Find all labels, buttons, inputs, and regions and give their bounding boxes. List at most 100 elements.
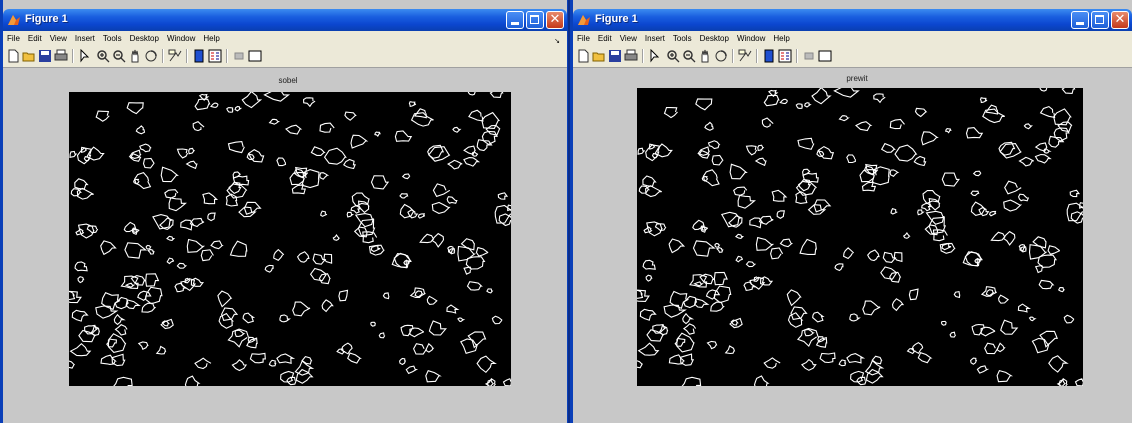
hide-plot-tools-icon[interactable]	[802, 49, 816, 63]
edge-contour	[160, 318, 174, 330]
edge-contour	[682, 312, 695, 325]
edge-contour	[242, 312, 256, 324]
pan-icon[interactable]	[698, 49, 712, 63]
edge-contour	[1039, 105, 1056, 119]
hide-plot-tools-icon[interactable]	[232, 49, 246, 63]
edge-contour	[804, 328, 815, 337]
edge-contour	[714, 242, 721, 248]
dock-arrow-icon[interactable]: ↘	[550, 34, 564, 45]
edge-contour	[846, 154, 856, 164]
title-bar[interactable]: Figure 1 ✕	[3, 9, 567, 31]
edge-contour	[855, 121, 873, 132]
menu-window[interactable]: Window	[733, 31, 769, 43]
rotate-3d-icon[interactable]	[144, 49, 158, 63]
menu-view[interactable]: View	[616, 31, 641, 43]
open-file-icon[interactable]	[22, 49, 36, 63]
edge-contour	[754, 157, 767, 167]
edge-contour	[706, 340, 718, 350]
menu-desktop[interactable]: Desktop	[696, 31, 733, 43]
save-icon[interactable]	[38, 49, 52, 63]
edge-contour	[378, 332, 386, 339]
maximize-button[interactable]	[526, 11, 544, 29]
edge-contour	[864, 359, 885, 376]
edge-contour	[226, 107, 234, 113]
edge-contour	[431, 201, 451, 214]
legend-icon[interactable]	[208, 49, 222, 63]
edge-contour	[350, 134, 369, 149]
edge-contour	[202, 192, 219, 205]
zoom-out-icon[interactable]	[112, 49, 126, 63]
pan-icon[interactable]	[128, 49, 142, 63]
menu-file[interactable]: File	[3, 31, 24, 43]
minimize-button[interactable]	[1071, 11, 1089, 29]
menu-view[interactable]: View	[46, 31, 71, 43]
zoom-in-icon[interactable]	[666, 49, 680, 63]
menu-tools[interactable]: Tools	[669, 31, 696, 43]
edge-contour	[428, 146, 451, 162]
edge-contour	[889, 118, 905, 130]
minimize-button[interactable]	[506, 11, 524, 29]
edge-contour	[914, 107, 928, 118]
edge-contour	[409, 287, 426, 299]
save-icon[interactable]	[608, 49, 622, 63]
print-icon[interactable]	[54, 49, 68, 63]
title-bar[interactable]: Figure 1 ✕	[573, 9, 1132, 31]
edge-contour	[124, 242, 148, 259]
edge-contour	[425, 370, 442, 383]
edge-contour	[498, 213, 511, 227]
edge-contour	[1057, 121, 1073, 133]
edit-plot-icon[interactable]	[78, 49, 92, 63]
edge-contour	[917, 352, 933, 364]
open-file-icon[interactable]	[592, 49, 606, 63]
menu-insert[interactable]: Insert	[641, 31, 669, 43]
print-icon[interactable]	[624, 49, 638, 63]
edge-contour	[229, 240, 248, 257]
edge-contour	[276, 157, 287, 167]
edge-contour	[639, 308, 657, 321]
rotate-3d-icon[interactable]	[714, 49, 728, 63]
edge-contour	[1074, 378, 1083, 386]
close-button[interactable]: ✕	[546, 11, 564, 29]
zoom-in-icon[interactable]	[96, 49, 110, 63]
show-plot-tools-icon[interactable]	[818, 49, 832, 63]
menu-desktop[interactable]: Desktop	[126, 31, 163, 43]
colorbar-icon[interactable]	[762, 49, 776, 63]
edge-contour	[1063, 314, 1075, 324]
edit-plot-icon[interactable]	[648, 49, 662, 63]
new-figure-icon[interactable]	[576, 49, 590, 63]
edge-contour	[399, 203, 416, 219]
edge-contour	[399, 193, 409, 199]
legend-icon[interactable]	[778, 49, 792, 63]
zoom-out-icon[interactable]	[682, 49, 696, 63]
edge-contour	[467, 331, 487, 349]
edge-contour	[362, 231, 378, 244]
menu-edit[interactable]: Edit	[594, 31, 616, 43]
maximize-button[interactable]	[1091, 11, 1109, 29]
colorbar-icon[interactable]	[192, 49, 206, 63]
edge-contour	[811, 88, 832, 105]
menu-edit[interactable]: Edit	[24, 31, 46, 43]
data-cursor-icon[interactable]	[168, 49, 182, 63]
menu-help[interactable]: Help	[769, 31, 793, 43]
menu-help[interactable]: Help	[199, 31, 223, 43]
menu-tools[interactable]: Tools	[99, 31, 126, 43]
edge-contour	[139, 143, 152, 153]
edge-contour	[343, 158, 356, 170]
close-button[interactable]: ✕	[1111, 11, 1129, 29]
menu-insert[interactable]: Insert	[71, 31, 99, 43]
show-plot-tools-icon[interactable]	[248, 49, 262, 63]
edge-contour	[790, 306, 808, 321]
new-figure-icon[interactable]	[6, 49, 20, 63]
edge-contour	[970, 201, 987, 217]
edge-contour	[1061, 88, 1076, 94]
menu-file[interactable]: File	[573, 31, 594, 43]
edge-contour	[401, 173, 411, 180]
edge-contour	[941, 172, 960, 187]
menu-window[interactable]: Window	[163, 31, 199, 43]
data-cursor-icon[interactable]	[738, 49, 752, 63]
edge-contour	[779, 98, 788, 105]
edge-contour	[126, 102, 144, 115]
window-title: Figure 1	[595, 13, 638, 25]
edge-contour	[737, 194, 757, 209]
edge-contour	[787, 312, 804, 328]
